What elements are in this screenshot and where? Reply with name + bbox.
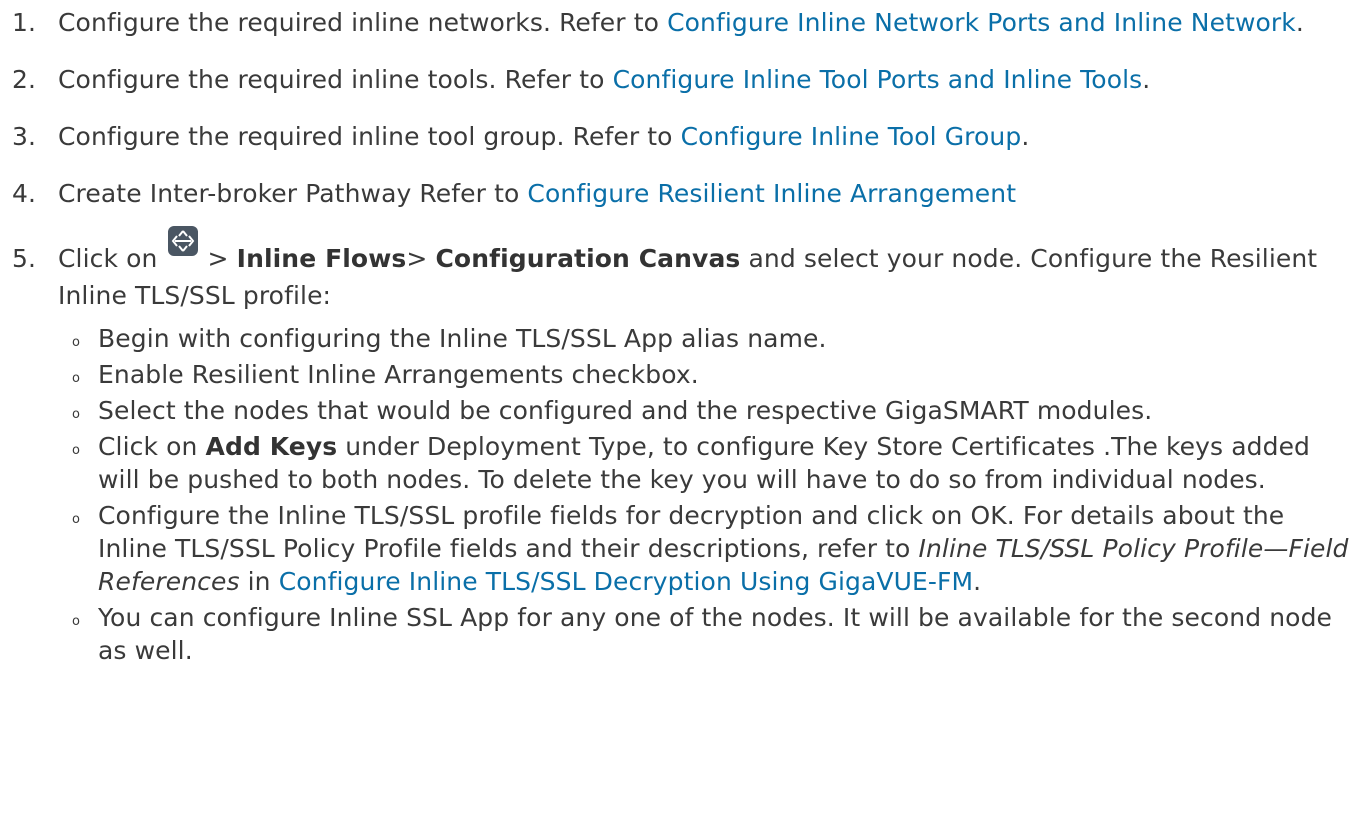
step-number: 3. xyxy=(12,122,37,151)
sub-step-2: o Enable Resilient Inline Arrangements c… xyxy=(58,358,1351,391)
sub-step-6: o You can configure Inline SSL App for a… xyxy=(58,601,1351,667)
add-keys-label: Add Keys xyxy=(205,432,338,461)
step-2: 2. Configure the required inline tools. … xyxy=(0,61,1351,98)
step-text-end: . xyxy=(1021,122,1030,151)
breadcrumb-separator: > xyxy=(406,244,436,273)
bullet-icon: o xyxy=(72,614,81,629)
sub-step-text: You can configure Inline SSL App for any… xyxy=(98,603,1333,665)
sub-step-text: Enable Resilient Inline Arrangements che… xyxy=(98,360,699,389)
sub-step-text: Click on xyxy=(98,432,206,461)
bullet-icon: o xyxy=(72,407,81,422)
sub-step-4: o Click on Add Keys under Deployment Typ… xyxy=(58,430,1351,496)
link-configure-inline-tls-ssl-decryption[interactable]: Configure Inline TLS/SSL Decryption Usin… xyxy=(279,567,973,596)
link-configure-inline-tool-group[interactable]: Configure Inline Tool Group xyxy=(681,122,1022,151)
step-text: Create Inter-broker Pathway Refer to xyxy=(58,179,528,208)
step-number: 4. xyxy=(12,179,37,208)
step-number: 5. xyxy=(12,244,37,273)
sub-step-text-end: . xyxy=(973,567,982,596)
procedure-document: 1. Configure the required inline network… xyxy=(0,0,1351,667)
bullet-icon: o xyxy=(72,371,81,386)
sub-step-text-mid: in xyxy=(239,567,279,596)
link-configure-inline-tools[interactable]: Configure Inline Tool Ports and Inline T… xyxy=(613,65,1143,94)
sub-step-5: o Configure the Inline TLS/SSL profile f… xyxy=(58,499,1351,598)
step-text: Configure the required inline tool group… xyxy=(58,122,681,151)
menu-inline-flows: Inline Flows xyxy=(236,244,407,273)
step-5: 5. Click on > Inline Flows> Configuratio… xyxy=(0,226,1351,667)
step-3: 3. Configure the required inline tool gr… xyxy=(0,118,1351,155)
sub-step-text: Select the nodes that would be configure… xyxy=(98,396,1153,425)
sub-step-1: o Begin with configuring the Inline TLS/… xyxy=(58,322,1351,355)
bullet-icon: o xyxy=(72,335,81,350)
step-text: Click on xyxy=(58,244,166,273)
step-number: 2. xyxy=(12,65,37,94)
sub-step-text: Begin with configuring the Inline TLS/SS… xyxy=(98,324,827,353)
breadcrumb-separator: > xyxy=(199,244,237,273)
link-configure-resilient-inline-arrangement[interactable]: Configure Resilient Inline Arrangement xyxy=(527,179,1016,208)
step-text: Configure the required inline networks. … xyxy=(58,8,668,37)
sub-step-3: o Select the nodes that would be configu… xyxy=(58,394,1351,427)
step-number: 1. xyxy=(12,8,37,37)
bullet-icon: o xyxy=(72,443,81,458)
step-text-end: . xyxy=(1142,65,1151,94)
step-text: Configure the required inline tools. Ref… xyxy=(58,65,613,94)
bullet-icon: o xyxy=(72,512,81,527)
step-4: 4. Create Inter-broker Pathway Refer to … xyxy=(0,175,1351,212)
step-text-end: . xyxy=(1295,8,1304,37)
link-configure-inline-network[interactable]: Configure Inline Network Ports and Inlin… xyxy=(667,8,1296,37)
traffic-flow-icon xyxy=(167,226,198,256)
sub-step-list: o Begin with configuring the Inline TLS/… xyxy=(58,322,1351,667)
menu-configuration-canvas: Configuration Canvas xyxy=(435,244,741,273)
step-1: 1. Configure the required inline network… xyxy=(0,4,1351,41)
